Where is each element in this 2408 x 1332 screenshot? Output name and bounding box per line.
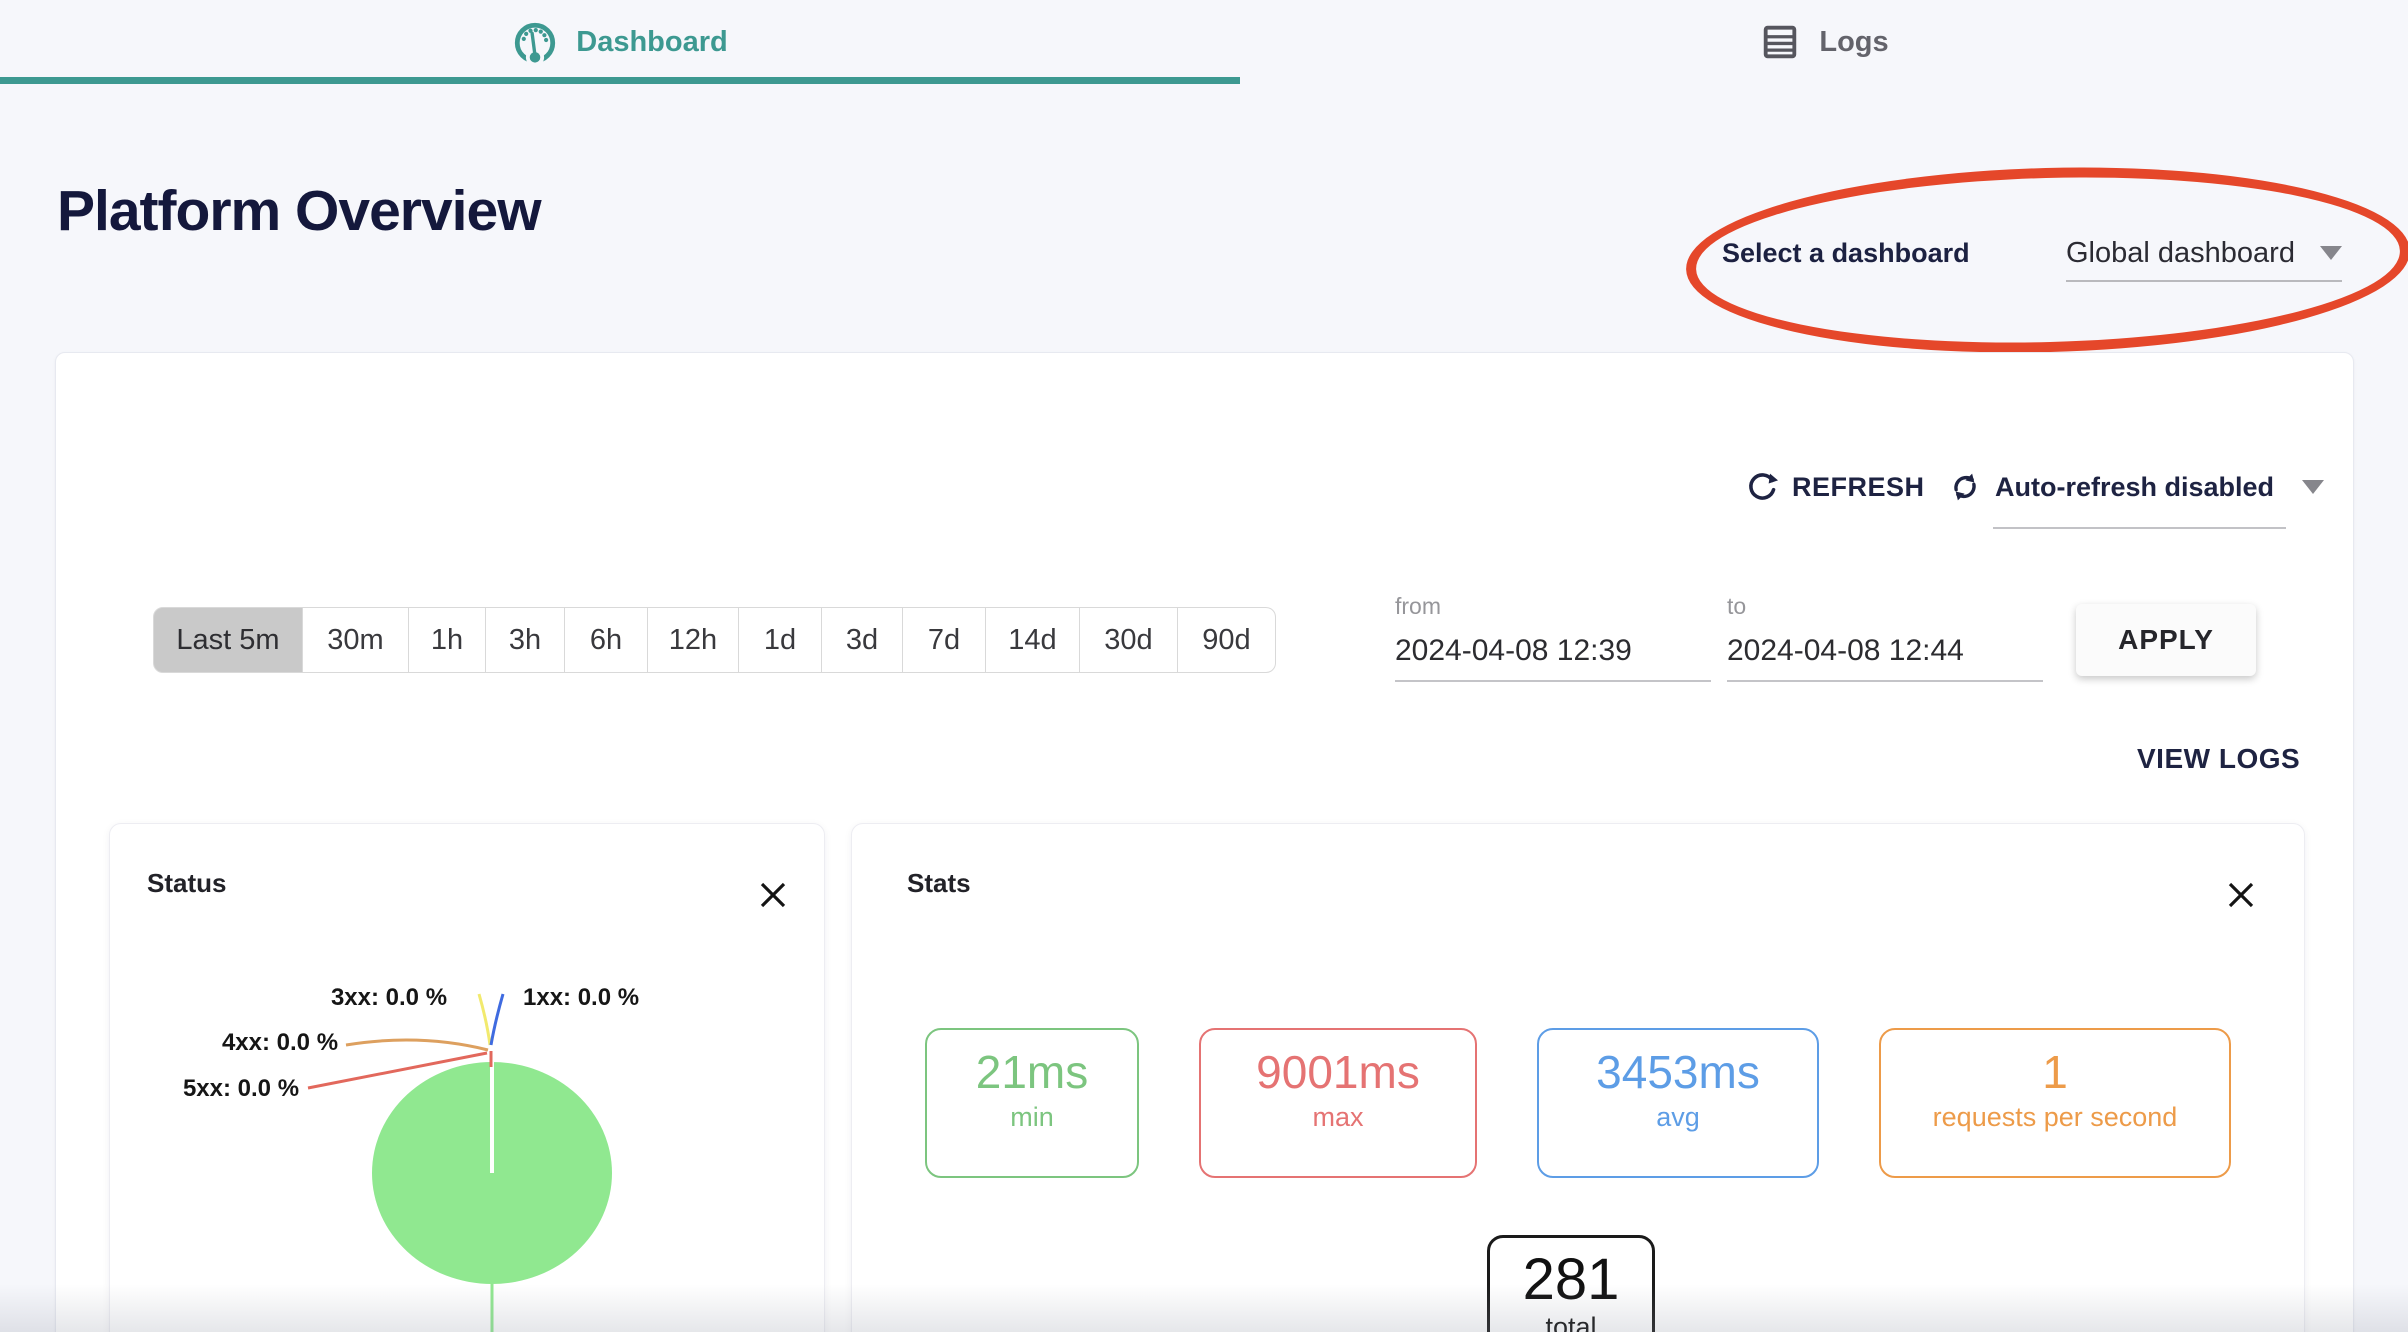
time-range-button-12h[interactable]: 12h — [647, 607, 739, 673]
pie-label-5xx: 5xx: 0.0 % — [183, 1075, 299, 1102]
stat-box-min: 21ms min — [925, 1028, 1139, 1178]
to-input[interactable]: 2024-04-08 12:44 — [1727, 634, 2043, 668]
from-label: from — [1395, 593, 1711, 620]
to-field[interactable]: to 2024-04-08 12:44 — [1727, 593, 2043, 682]
stats-card-title: Stats — [907, 868, 971, 899]
pie-label-4xx: 4xx: 0.0 % — [222, 1029, 338, 1056]
from-input[interactable]: 2024-04-08 12:39 — [1395, 634, 1711, 668]
total-label: total — [1490, 1312, 1652, 1332]
pie-label-3xx: 3xx: 0.0 % — [331, 984, 447, 1011]
pie-leader-4xx — [346, 1040, 488, 1050]
pie-leader-3xx — [479, 994, 490, 1045]
status-card: 3xx: 0.0 % 1xx: 0.0 % 4xx: 0.0 % 5xx: 0.… — [109, 823, 825, 1332]
refresh-label: REFRESH — [1792, 472, 1925, 503]
stat-value: 21ms — [927, 1046, 1137, 1098]
status-card-title: Status — [147, 868, 226, 899]
page-title: Platform Overview — [57, 178, 541, 244]
dashboard-screen: Dashboard Logs Platform Overview Select … — [0, 0, 2408, 1332]
stat-value: 1 — [1881, 1046, 2229, 1098]
stats-row: 21ms min 9001ms max 3453ms avg 1 request… — [852, 1028, 2304, 1178]
auto-refresh-underline — [1993, 527, 2286, 529]
gauge-icon — [512, 19, 558, 65]
stats-card: Stats 21ms min 9001ms max 3453ms a — [851, 823, 2305, 1332]
stat-value: 3453ms — [1539, 1046, 1817, 1098]
refresh-icon — [1746, 471, 1778, 503]
time-range-button-1h[interactable]: 1h — [408, 607, 486, 673]
time-range-button-3h[interactable]: 3h — [485, 607, 565, 673]
active-tab-underline — [0, 77, 1240, 84]
close-icon — [2224, 878, 2258, 912]
stat-box-max: 9001ms max — [1199, 1028, 1477, 1178]
time-range-button-1d[interactable]: 1d — [738, 607, 822, 673]
time-range-button-7d[interactable]: 7d — [902, 607, 986, 673]
stat-label: requests per second — [1881, 1102, 2229, 1133]
dashboard-selector-value: Global dashboard — [2066, 237, 2295, 270]
time-range-button-30m[interactable]: 30m — [302, 607, 409, 673]
time-range-button-30d[interactable]: 30d — [1079, 607, 1178, 673]
stat-label: min — [927, 1102, 1137, 1133]
stats-card-close-button[interactable] — [2222, 876, 2260, 914]
to-label: to — [1727, 593, 2043, 620]
time-range-button-last-5m[interactable]: Last 5m — [153, 607, 303, 673]
main-panel: REFRESH Auto-refresh disabled Last 5m 30… — [55, 352, 2354, 1332]
tab-dashboard[interactable]: Dashboard — [0, 0, 1240, 84]
chevron-down-icon — [2320, 246, 2342, 260]
status-pie-chart: 3xx: 0.0 % 1xx: 0.0 % 4xx: 0.0 % 5xx: 0.… — [110, 824, 824, 1332]
time-range-button-14d[interactable]: 14d — [985, 607, 1080, 673]
time-range-button-3d[interactable]: 3d — [821, 607, 903, 673]
apply-button[interactable]: APPLY — [2076, 604, 2256, 676]
status-card-close-button[interactable] — [754, 876, 792, 914]
auto-refresh-icon — [1949, 471, 1981, 503]
logs-icon — [1759, 21, 1801, 63]
tab-logs-label: Logs — [1819, 26, 1888, 59]
pie-label-1xx: 1xx: 0.0 % — [523, 984, 639, 1011]
total-value: 281 — [1490, 1250, 1652, 1310]
from-field[interactable]: from 2024-04-08 12:39 — [1395, 593, 1711, 682]
stat-box-rps: 1 requests per second — [1879, 1028, 2231, 1178]
stat-label: max — [1201, 1102, 1475, 1133]
time-range-button-90d[interactable]: 90d — [1177, 607, 1276, 673]
tab-logs[interactable]: Logs — [1240, 0, 2408, 84]
close-icon — [756, 878, 790, 912]
dashboard-selector[interactable]: Global dashboard — [2066, 226, 2342, 282]
auto-refresh-label: Auto-refresh disabled — [1995, 472, 2274, 503]
stat-value: 9001ms — [1201, 1046, 1475, 1098]
stat-box-avg: 3453ms avg — [1537, 1028, 1819, 1178]
chevron-down-icon — [2302, 480, 2324, 494]
stat-box-total: 281 total — [1487, 1235, 1655, 1332]
refresh-button[interactable]: REFRESH — [1746, 465, 1925, 509]
auto-refresh-select[interactable]: Auto-refresh disabled — [1949, 465, 2324, 509]
stat-label: avg — [1539, 1102, 1817, 1133]
pie-leader-1xx — [491, 994, 503, 1045]
view-logs-link[interactable]: VIEW LOGS — [2137, 743, 2300, 775]
time-range-button-6h[interactable]: 6h — [564, 607, 648, 673]
tab-dashboard-label: Dashboard — [576, 26, 727, 59]
time-range-group: Last 5m 30m 1h 3h 6h 12h 1d 3d 7d 14d 30… — [153, 607, 1276, 673]
dashboard-selector-label: Select a dashboard — [1722, 238, 1970, 269]
